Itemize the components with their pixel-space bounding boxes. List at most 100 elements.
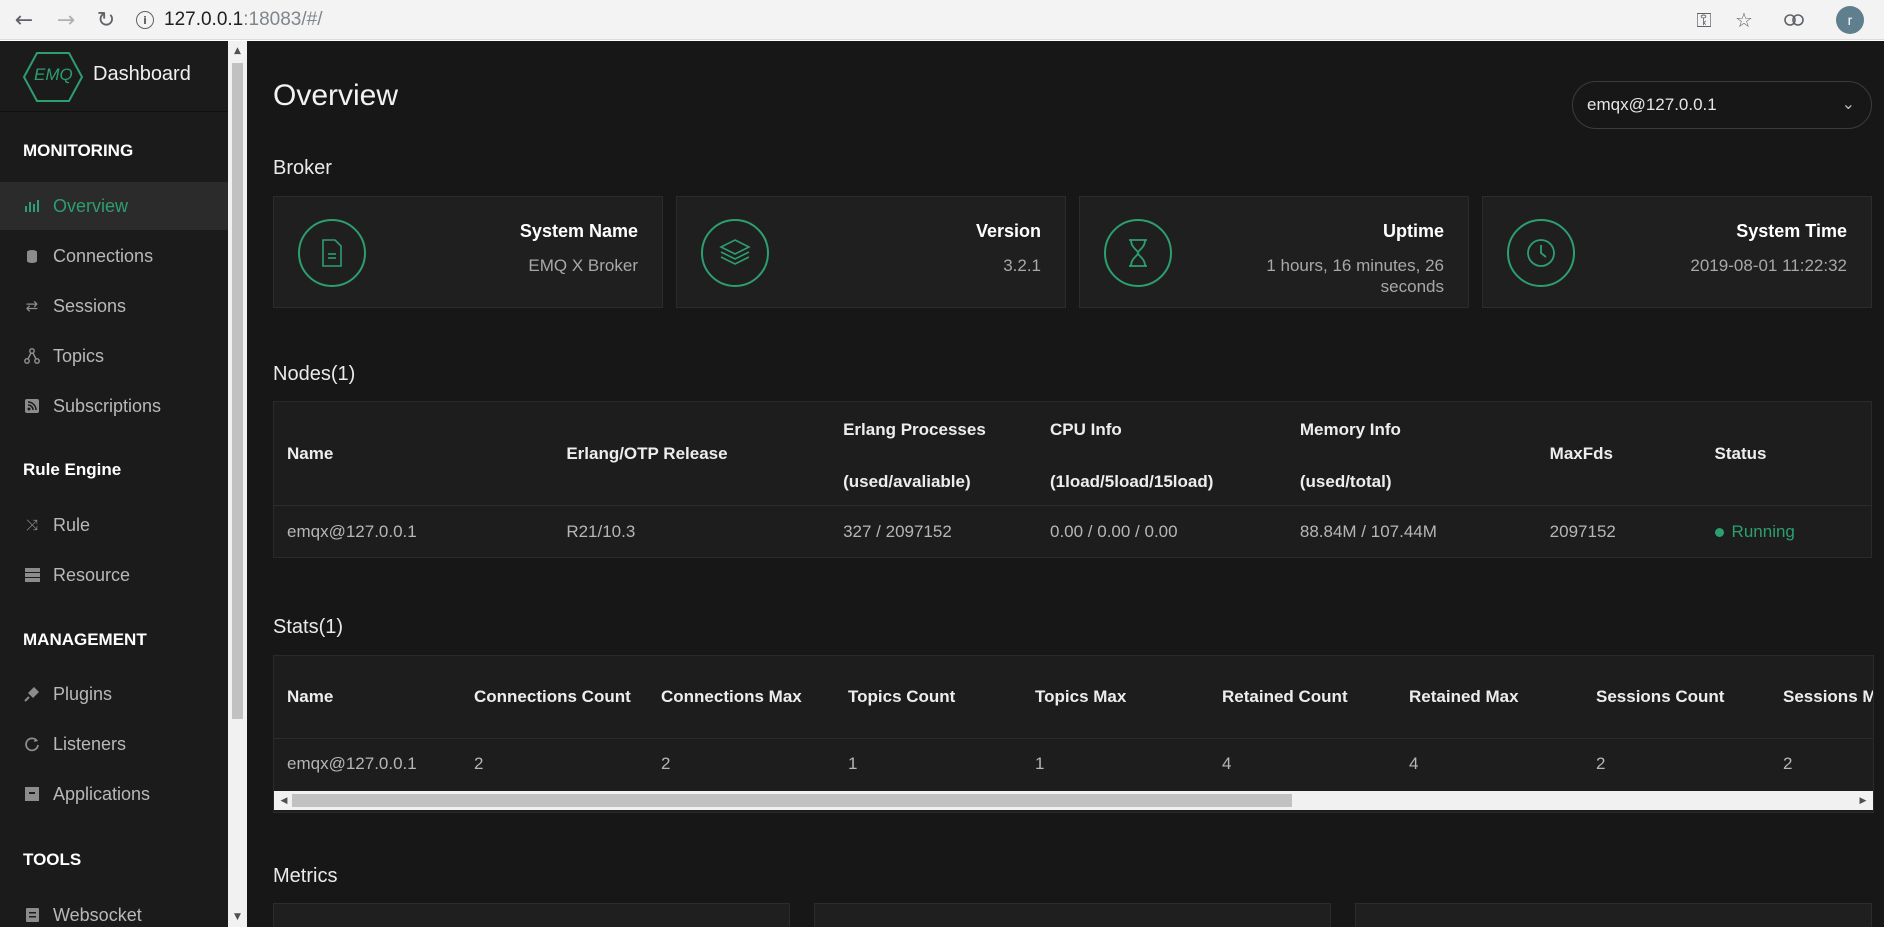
sidebar-item-websocket[interactable]: Websocket — [0, 891, 228, 927]
hourglass-icon — [1104, 219, 1172, 287]
version-card: Version 3.2.1 — [676, 196, 1066, 308]
metrics-card — [814, 903, 1331, 927]
document-icon — [298, 219, 366, 287]
section-tools: TOOLS — [23, 850, 82, 869]
table-cell: 4 — [1396, 737, 1583, 790]
address-bar[interactable]: i 127.0.0.1:18083/#/ — [136, 6, 1686, 34]
sidebar-item-label: Websocket — [53, 904, 142, 925]
table-cell: 1 — [1022, 737, 1209, 790]
column-header-line: Memory Info — [1299, 419, 1401, 439]
url-host: 127.0.0.1 — [164, 9, 244, 30]
sidebar-item-applications[interactable]: Applications — [0, 770, 228, 818]
node-select[interactable]: emqx@127.0.0.1 ⌄ — [1572, 81, 1872, 129]
card-title: System Time — [1736, 221, 1847, 241]
profile-avatar[interactable]: r — [1836, 6, 1864, 34]
scroll-down-arrow-icon[interactable]: ▼ — [228, 909, 247, 925]
sidebar-item-resource[interactable]: Resource — [0, 551, 228, 599]
section-monitoring: MONITORING — [23, 141, 134, 160]
sidebar-item-listeners[interactable]: Listeners — [0, 720, 228, 768]
sidebar-item-label: Listeners — [53, 733, 127, 754]
extension-icon[interactable] — [1778, 4, 1810, 36]
table-cell: 2 — [648, 737, 835, 790]
refresh-circle-icon — [23, 735, 41, 753]
sidebar-item-overview[interactable]: Overview — [0, 182, 228, 230]
table-header-row: Name Erlang/OTP Release Erlang Processes… — [274, 402, 1872, 506]
column-header-line: Erlang Processes — [843, 419, 986, 439]
nodes-heading: Nodes(1) — [273, 363, 356, 385]
column-header-line: CPU Info — [1049, 419, 1122, 439]
forward-arrow-icon[interactable]: → — [50, 4, 82, 36]
sidebar-item-label: Overview — [53, 195, 129, 216]
sidebar-item-label: Topics — [53, 345, 105, 366]
section-rule-engine: Rule Engine — [23, 460, 122, 479]
websocket-icon — [23, 906, 41, 924]
table-cell: 2 — [461, 737, 648, 790]
column-header: Erlang/OTP Release — [566, 443, 728, 463]
table-cell: 327 / 2097152 — [830, 505, 1037, 558]
column-header-subline: (1load/5load/15load) — [1049, 471, 1214, 491]
star-icon[interactable]: ☆ — [1728, 4, 1760, 36]
sidebar-item-label: Applications — [53, 783, 151, 804]
sidebar-item-subscriptions[interactable]: Subscriptions — [0, 382, 228, 430]
stats-scroll-thumb[interactable] — [292, 794, 1292, 807]
table-cell: 4 — [1209, 737, 1396, 790]
page-title: Overview — [273, 79, 399, 112]
site-info-icon[interactable]: i — [136, 11, 154, 29]
column-header: Topics Count — [848, 686, 956, 706]
table-cell: 88.84M / 107.44M — [1286, 505, 1537, 558]
sidebar-item-connections[interactable]: Connections — [0, 232, 228, 280]
metrics-heading: Metrics — [273, 865, 338, 887]
stats-heading: Stats(1) — [273, 616, 344, 638]
bar-chart-icon — [23, 197, 41, 215]
scroll-right-arrow-icon[interactable]: ▶ — [1855, 791, 1871, 810]
metrics-card — [273, 903, 790, 927]
column-header: Retained Max — [1409, 686, 1519, 706]
sidebar-scroll-thumb[interactable] — [232, 63, 243, 719]
table-cell: 2 — [1583, 737, 1770, 790]
uptime-card: Uptime 1 hours, 16 minutes, 26 seconds — [1079, 196, 1469, 308]
column-header: Status — [1714, 443, 1767, 463]
database-icon — [23, 247, 41, 265]
shuffle-icon: ⤨ — [25, 516, 38, 534]
stats-table-container[interactable]: Name Connections Count Connections Max T… — [273, 655, 1874, 813]
url-path: :18083/#/ — [243, 9, 323, 30]
column-header: Connections Max — [661, 686, 802, 706]
node-select-value: emqx@127.0.0.1 — [1587, 95, 1717, 114]
main-content: Overview emqx@127.0.0.1 ⌄ Broker System … — [247, 41, 1884, 927]
rss-icon — [23, 397, 41, 415]
key-icon[interactable]: ⚿ — [1688, 4, 1720, 36]
column-header: CPU Info (1load/5load/15load) — [1037, 402, 1287, 506]
metrics-card — [1355, 903, 1872, 927]
card-title: System Name — [519, 221, 638, 241]
column-header: Memory Info (used/total) — [1287, 402, 1537, 506]
status-cell: Running — [1701, 505, 1872, 558]
scroll-up-arrow-icon[interactable]: ▲ — [228, 43, 247, 59]
sidebar-item-plugins[interactable]: Plugins — [0, 670, 228, 718]
card-value: 1 hours, 16 minutes, 26 seconds — [1266, 256, 1444, 296]
column-header: Connections Count — [474, 686, 631, 706]
stats-horizontal-scrollbar[interactable]: ◀ ▶ — [274, 791, 1873, 810]
sidebar-item-topics[interactable]: Topics — [0, 332, 228, 380]
card-value: 3.2.1 — [1003, 256, 1041, 275]
sidebar-item-sessions[interactable]: ⇄ Sessions — [0, 282, 228, 330]
status-text: Running — [1731, 521, 1795, 541]
sidebar-item-rule[interactable]: ⤨ Rule — [0, 501, 228, 549]
table-cell: 0.00 / 0.00 / 0.00 — [1036, 505, 1287, 558]
table-row: emqx@127.0.0.1 2 2 1 1 4 4 2 2 — [274, 737, 1873, 790]
nodes-table: Name Erlang/OTP Release Erlang Processes… — [273, 401, 1872, 558]
table-header-row: Name Connections Count Connections Max T… — [274, 656, 1873, 738]
back-arrow-icon[interactable]: ← — [8, 4, 40, 36]
sidebar-scrollbar[interactable]: ▲ ▼ — [228, 41, 247, 927]
scroll-left-arrow-icon[interactable]: ◀ — [276, 791, 292, 810]
column-header: MaxFds — [1549, 443, 1613, 463]
clock-icon — [1507, 219, 1575, 287]
reload-icon[interactable]: ↻ — [90, 4, 122, 36]
column-header: Retained Count — [1222, 686, 1348, 706]
swap-arrows-icon: ⇄ — [25, 297, 39, 315]
sidebar-item-label: Resource — [53, 564, 131, 585]
column-header: Name — [287, 686, 334, 706]
share-nodes-icon — [23, 347, 41, 365]
table-cell: 2097152 — [1536, 505, 1702, 558]
column-header: Name — [287, 443, 334, 463]
server-icon — [23, 566, 41, 584]
